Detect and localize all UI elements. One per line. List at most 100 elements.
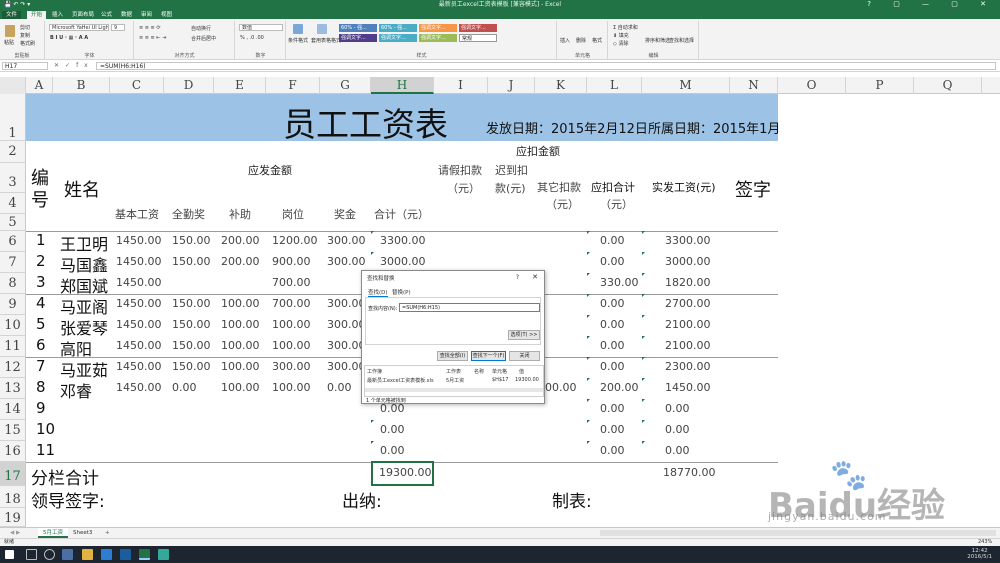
result-header-value[interactable]: 值 — [519, 368, 524, 375]
sheet-tab-may-salary[interactable]: 5月工资 — [38, 528, 68, 538]
result-value[interactable]: 19300.00 — [515, 377, 539, 383]
result-header-name[interactable]: 名称 — [474, 368, 484, 375]
tab-file[interactable]: 文件 — [2, 11, 22, 19]
name-box[interactable]: H17 — [2, 62, 48, 70]
col-header-n[interactable]: N — [730, 77, 778, 94]
row-header-14[interactable]: 14 — [0, 399, 26, 420]
row-header-12[interactable]: 12 — [0, 357, 26, 378]
result-sheet[interactable]: 5月工资 — [446, 377, 464, 384]
row-header-8[interactable]: 8 — [0, 273, 26, 294]
row-header-17[interactable]: 17 — [0, 462, 26, 486]
sort-filter-button[interactable]: 排序和筛选 — [645, 37, 670, 44]
conditional-format-button[interactable]: 条件格式 — [288, 37, 308, 44]
row-header-16[interactable]: 16 — [0, 441, 26, 462]
insert-cells-button[interactable]: 插入 — [560, 37, 570, 44]
clear-button[interactable]: ◇ 清除 — [613, 40, 628, 47]
browser-icon[interactable] — [101, 549, 112, 560]
style-accent-1[interactable]: 强调文字... — [339, 34, 377, 42]
select-all-corner[interactable] — [0, 77, 26, 94]
sheet-tab-sheet3[interactable]: Sheet3 — [68, 528, 97, 538]
row-header-13[interactable]: 13 — [0, 378, 26, 399]
result-header-sheet[interactable]: 工作表 — [446, 368, 461, 375]
dialog-close-icon[interactable]: ✕ — [532, 273, 538, 281]
row-header-1[interactable]: 1 — [0, 94, 26, 141]
row-header-7[interactable]: 7 — [0, 252, 26, 273]
close-button[interactable]: 关闭 — [509, 351, 540, 361]
formula-input[interactable]: =SUM(H6:H16) — [96, 62, 996, 70]
add-sheet-button[interactable]: + — [100, 528, 115, 538]
number-buttons[interactable]: % , .0 .00 — [240, 35, 264, 41]
find-what-input[interactable]: =SUM(H6:H15) — [399, 303, 540, 312]
conditional-format-icon[interactable] — [293, 24, 303, 34]
tab-review[interactable]: 审阅 — [137, 11, 156, 19]
col-header-k[interactable]: K — [535, 77, 587, 94]
delete-cells-button[interactable]: 删除 — [576, 37, 586, 44]
store-icon[interactable] — [120, 549, 131, 560]
wrap-text-button[interactable]: 自动换行 — [191, 25, 211, 32]
dialog-help-button[interactable]: ? — [516, 274, 519, 281]
excel-taskbar-icon[interactable] — [139, 549, 150, 560]
row-header-5[interactable]: 5 — [0, 214, 26, 231]
result-header-workbook[interactable]: 工作簿 — [367, 368, 382, 375]
fill-button[interactable]: ⬇ 填充 — [613, 32, 629, 39]
zoom-level[interactable]: 243% — [978, 539, 992, 546]
style-60-accent2[interactable]: 60% - 强... — [379, 24, 417, 32]
row-header-9[interactable]: 9 — [0, 294, 26, 315]
tab-formulas[interactable]: 公式 — [97, 11, 116, 19]
col-header-i[interactable]: I — [434, 77, 488, 94]
format-painter-button[interactable]: 格式刷 — [20, 40, 35, 47]
find-all-button[interactable]: 查找全部(I) — [437, 351, 468, 361]
style-accent-3[interactable]: 强调文字... — [419, 24, 457, 32]
search-icon[interactable] — [26, 549, 37, 560]
tab-page-layout[interactable]: 页面布局 — [68, 11, 98, 19]
start-icon[interactable] — [5, 550, 14, 559]
system-clock[interactable]: 12:42 2016/5/1 — [967, 548, 992, 560]
tab-replace[interactable]: 替换(P) — [392, 288, 411, 296]
style-accent-4[interactable]: 强调文字... — [419, 34, 457, 42]
table-format-icon[interactable] — [317, 24, 327, 34]
row-header-10[interactable]: 10 — [0, 315, 26, 336]
font-name-select[interactable]: Microsoft YaHei UI Ligh — [49, 24, 109, 31]
col-header-q[interactable]: Q — [914, 77, 982, 94]
merge-center-button[interactable]: 合并后居中 — [191, 35, 216, 42]
col-header-e[interactable]: E — [214, 77, 266, 94]
format-as-table-button[interactable]: 套用表格格式 — [311, 37, 341, 44]
find-next-button[interactable]: 查找下一个(F) — [471, 351, 506, 361]
formula-buttons[interactable]: ✕✓fx — [54, 62, 94, 69]
row-header-2[interactable]: 2 — [0, 141, 26, 163]
row-header-4[interactable]: 4 — [0, 193, 26, 214]
col-header-g[interactable]: G — [320, 77, 371, 94]
col-header-f[interactable]: F — [266, 77, 320, 94]
find-replace-dialog[interactable]: 查找和替换 ? ✕ 查找(D) 替换(P) 查找内容(N): =SUM(H6:H… — [361, 270, 545, 404]
cut-button[interactable]: 剪切 — [20, 24, 30, 31]
horizontal-scrollbar[interactable] — [600, 530, 996, 536]
autosum-button[interactable]: Σ 自动求和 — [613, 24, 638, 31]
col-header-c[interactable]: C — [110, 77, 164, 94]
sheet-nav-arrows[interactable]: ◀ ▶ — [5, 528, 25, 538]
app-icon[interactable] — [158, 549, 169, 560]
col-header-p[interactable]: P — [846, 77, 914, 94]
col-header-o[interactable]: O — [778, 77, 846, 94]
paste-icon[interactable] — [5, 25, 15, 37]
style-normal[interactable]: 常规 — [459, 34, 497, 42]
number-format-select[interactable]: 数值 — [239, 24, 283, 31]
row-header-3[interactable]: 3 — [0, 163, 26, 193]
window-controls[interactable]: ? ▢ — ▢ ✕ — [867, 0, 996, 8]
align-buttons[interactable]: ≡ ≡ ≡ ⇤ ⇥ — [139, 35, 166, 41]
copy-button[interactable]: 复制 — [20, 32, 30, 39]
bold-button[interactable]: B I U · ▦ · A A — [50, 35, 88, 41]
tab-find[interactable]: 查找(D) — [368, 288, 388, 297]
row-header-11[interactable]: 11 — [0, 336, 26, 357]
find-select-button[interactable]: 查找和选择 — [669, 37, 694, 44]
result-header-cell[interactable]: 单元格 — [492, 368, 507, 375]
row-header-19[interactable]: 19 — [0, 508, 26, 527]
options-button[interactable]: 选项(T) >> — [508, 330, 540, 340]
result-workbook[interactable]: 最新员工excel工资表模板.xls — [367, 377, 434, 384]
file-explorer-icon[interactable] — [82, 549, 93, 560]
cortana-icon[interactable] — [44, 549, 55, 560]
tab-home[interactable]: 开始 — [27, 11, 47, 19]
paste-button[interactable]: 粘贴 — [4, 39, 14, 46]
row-header-18[interactable]: 18 — [0, 486, 26, 508]
col-header-h[interactable]: H — [371, 77, 434, 94]
row-header-6[interactable]: 6 — [0, 231, 26, 252]
